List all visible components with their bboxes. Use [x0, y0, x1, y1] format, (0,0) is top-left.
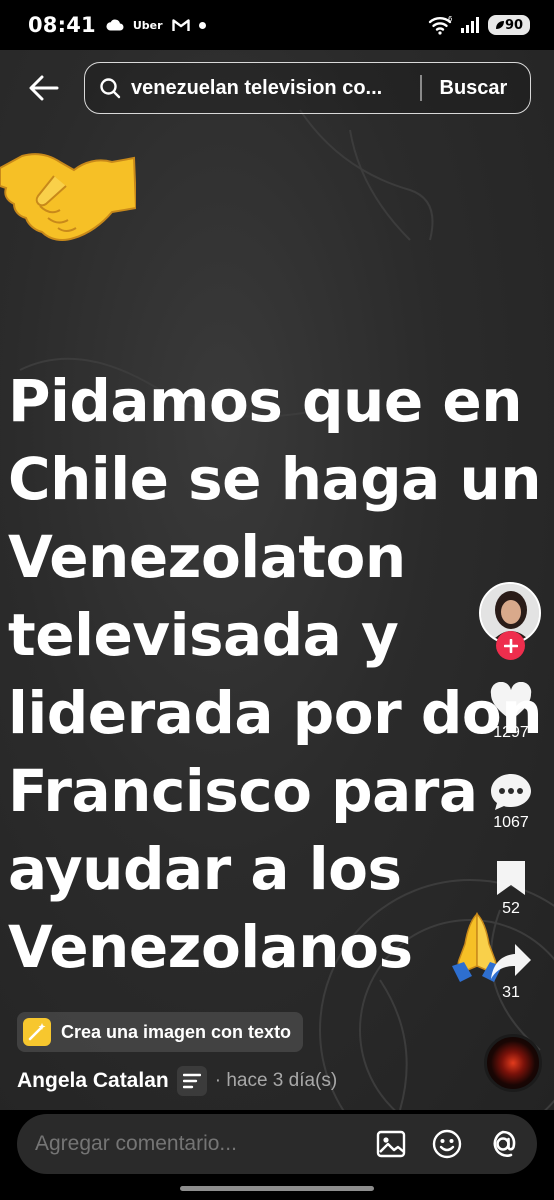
image-icon[interactable] [375, 1128, 407, 1160]
network-type-label: 6 [448, 15, 453, 23]
heart-icon [490, 682, 532, 720]
search-submit-button[interactable]: Buscar [440, 77, 508, 100]
search-divider [420, 75, 422, 101]
comment-count: 1067 [493, 814, 529, 831]
author-name[interactable]: Angela Catalan [17, 1069, 169, 1093]
text-lines-icon [182, 1073, 201, 1089]
battery-level: 90 [504, 17, 524, 33]
gmail-icon [171, 19, 190, 31]
at-icon[interactable] [487, 1128, 519, 1160]
wifi-icon: 6 [428, 15, 453, 35]
post-caption: Pidamos que en Chile se haga un Venezola… [8, 367, 543, 981]
comment-bar [17, 1114, 537, 1174]
text-post-badge [176, 1066, 207, 1096]
author-row: Angela Catalan · hace 3 día(s) [17, 1066, 337, 1096]
comment-input[interactable] [35, 1132, 375, 1156]
music-disc[interactable] [484, 1034, 542, 1092]
signal-icon [461, 17, 479, 33]
magic-wand-icon [23, 1018, 51, 1046]
back-button[interactable] [24, 68, 64, 108]
cloud-icon [106, 19, 124, 31]
uber-notif-label: Uber [132, 18, 163, 32]
bookmark-button[interactable]: 52 [480, 858, 542, 918]
post-time: · hace 3 día(s) [214, 1070, 338, 1091]
status-time: 08:41 [28, 13, 96, 37]
battery-indicator: 90 [488, 15, 530, 35]
follow-button[interactable] [496, 631, 525, 660]
like-count: 1297 [493, 724, 529, 741]
share-button[interactable]: 31 [480, 942, 542, 1002]
create-image-with-text-button[interactable]: Crea una imagen con texto [17, 1012, 304, 1052]
search-input[interactable]: venezuelan television co... [131, 77, 406, 100]
plus-icon [503, 638, 518, 653]
home-indicator [180, 1186, 374, 1191]
share-icon [491, 944, 531, 979]
emoji-icon[interactable] [431, 1128, 463, 1160]
save-count: 52 [502, 900, 520, 917]
search-box[interactable]: venezuelan television co... Buscar [84, 62, 531, 114]
handshake-emoji [0, 153, 136, 241]
comment-button[interactable]: 1067 [480, 772, 542, 832]
status-bar: 08:41 Uber 6 90 [0, 0, 554, 50]
search-icon [100, 78, 121, 99]
create-image-label: Crea una imagen con texto [61, 1021, 292, 1042]
back-arrow-icon [29, 75, 59, 101]
battery-leaf-icon [495, 21, 504, 29]
like-button[interactable]: 1297 [480, 682, 542, 742]
bookmark-icon [497, 861, 525, 895]
notification-dot [198, 21, 206, 29]
comment-icon [491, 774, 531, 810]
share-count: 31 [502, 984, 520, 1001]
